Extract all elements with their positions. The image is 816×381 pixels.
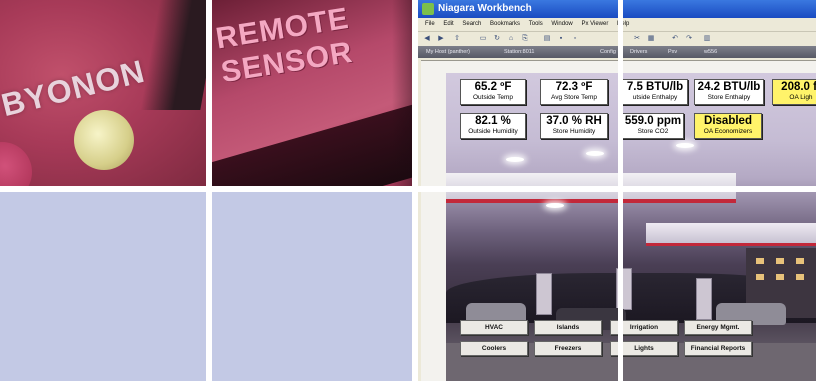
remote-sensor-photo: REMOTE SENSOR: [212, 0, 412, 186]
menu-search[interactable]: Search: [462, 21, 481, 27]
menu-tools[interactable]: Tools: [529, 21, 543, 27]
readout-outside-humidity[interactable]: 82.1 % Outside Humidity: [460, 113, 526, 139]
sensor-led-icon: [74, 110, 134, 170]
location-file[interactable]: w556: [704, 46, 717, 58]
location-config[interactable]: Config: [600, 46, 616, 58]
paste-icon[interactable]: ▦: [646, 34, 656, 43]
readout-store-co2[interactable]: 559.0 ppm Store CO2: [622, 113, 684, 139]
nav-financial-reports-button[interactable]: Financial Reports: [684, 341, 752, 356]
readout-value: 65.2 ºF: [474, 81, 512, 93]
view-icon[interactable]: ▭: [478, 34, 488, 43]
readout-value: 24.2 BTU/lb: [697, 81, 761, 93]
readout-oa-economizers[interactable]: Disabled OA Economizers: [694, 113, 762, 139]
remote-edge-shadow: [392, 0, 412, 186]
cut-icon[interactable]: ✂: [632, 34, 642, 43]
readout-label: OA Ligh: [789, 94, 813, 101]
nav-hvac-button[interactable]: HVAC: [460, 320, 528, 335]
location-bar: My Host (panther) Station:8011 Config Dr…: [418, 46, 816, 58]
building-window-4: [756, 274, 764, 280]
readout-outside-temp[interactable]: 65.2 ºF Outside Temp: [460, 79, 526, 105]
readout-label: utside Enthalpy: [632, 94, 678, 101]
sensor-housing-shadow: [140, 0, 206, 110]
readout-label: OA Economizers: [703, 128, 753, 135]
folder-icon[interactable]: ▤: [542, 34, 552, 43]
nav-islands-button[interactable]: Islands: [534, 320, 602, 335]
forward-icon[interactable]: ▶: [436, 34, 446, 43]
refresh-icon[interactable]: ↻: [492, 34, 502, 43]
readout-label: Outside Humidity: [468, 128, 518, 135]
building-window-6: [796, 274, 804, 280]
menu-window[interactable]: Window: [551, 21, 572, 27]
readout-label: Outside Temp: [473, 94, 513, 101]
readout-outside-enthalpy[interactable]: 7.5 BTU/lb utside Enthalpy: [622, 79, 688, 105]
menu-edit[interactable]: Edit: [443, 21, 453, 27]
canopy-light-4: [546, 203, 564, 208]
menu-bookmarks[interactable]: Bookmarks: [490, 21, 520, 27]
location-px[interactable]: Pxv: [668, 46, 677, 58]
canopy-light-3: [676, 143, 694, 148]
canopy-light-1: [506, 157, 524, 162]
readout-label: Avg Store Temp: [550, 94, 597, 101]
readout-value: 559.0 ppm: [624, 115, 682, 127]
readout-oa-light[interactable]: 208.0 ft OA Ligh: [772, 79, 816, 105]
building-window-2: [776, 258, 784, 264]
menu-file[interactable]: File: [425, 21, 435, 27]
building-window-5: [776, 274, 784, 280]
readout-value: 208.0 ft: [781, 81, 816, 93]
sensor-label: BYONON: [0, 52, 149, 124]
location-station[interactable]: Station:8011: [504, 46, 534, 58]
save-icon[interactable]: ▪: [556, 34, 566, 43]
remote-sensor-label: REMOTE SENSOR: [214, 2, 357, 90]
nav-freezers-button[interactable]: Freezers: [534, 341, 602, 356]
nav-coolers-button[interactable]: Coolers: [460, 341, 528, 356]
blank-tile-middle: [212, 192, 412, 381]
canopy-light-2: [586, 151, 604, 156]
window-title: Niagara Workbench: [438, 3, 532, 14]
building-window-3: [796, 258, 804, 264]
second-canopy: [646, 223, 816, 246]
copy-icon[interactable]: ⎘: [520, 34, 530, 43]
home-icon[interactable]: ⌂: [506, 34, 516, 43]
readout-label: Store Humidity: [552, 128, 596, 135]
grid-divider-horizontal: [0, 186, 816, 192]
location-host[interactable]: My Host (panther): [426, 46, 470, 58]
readout-label: Store CO2: [637, 128, 669, 135]
blank-tile-left: [0, 192, 206, 381]
store-photo-scene: 65.2 ºF Outside Temp 72.3 ºF Avg Store T…: [446, 73, 816, 381]
location-drivers[interactable]: Drivers: [630, 46, 647, 58]
building-window-1: [756, 258, 764, 264]
print-icon[interactable]: ▫: [570, 34, 580, 43]
undo-icon[interactable]: ↶: [670, 34, 680, 43]
readout-store-enthalpy[interactable]: 24.2 BTU/lb Store Enthalpy: [694, 79, 764, 105]
fuel-pump-3: [696, 278, 712, 320]
redo-icon[interactable]: ↷: [684, 34, 694, 43]
up-icon[interactable]: ⇧: [452, 34, 462, 43]
fuel-pump-1: [536, 273, 552, 315]
toolbar: ◀ ▶ ⇧ ▭ ↻ ⌂ ⎘ ▤ ▪ ▫ ✂ ▦ ↶ ↷ ▥: [418, 31, 816, 47]
back-icon[interactable]: ◀: [422, 34, 432, 43]
window-titlebar[interactable]: Niagara Workbench: [418, 0, 816, 18]
sensor-photo: BYONON: [0, 0, 206, 186]
menu-bar: File Edit Search Bookmarks Tools Window …: [418, 18, 816, 31]
remote-dark-band: [212, 97, 412, 186]
readout-avg-store-temp[interactable]: 72.3 ºF Avg Store Temp: [540, 79, 608, 105]
grid-icon[interactable]: ▥: [702, 34, 712, 43]
nav-energy-mgmt-button[interactable]: Energy Mgmt.: [684, 320, 752, 335]
app-icon: [422, 3, 434, 15]
readout-value: 72.3 ºF: [555, 81, 593, 93]
readout-store-humidity[interactable]: 37.0 % RH Store Humidity: [540, 113, 608, 139]
readout-value: 7.5 BTU/lb: [626, 81, 684, 93]
readout-value: 37.0 % RH: [546, 115, 602, 127]
readout-value: Disabled: [704, 115, 752, 127]
menu-px-viewer[interactable]: Px Viewer: [581, 21, 608, 27]
readout-label: Store Enthalpy: [707, 94, 751, 101]
readout-value: 82.1 %: [475, 115, 511, 127]
sensor-button-icon: [0, 142, 32, 186]
